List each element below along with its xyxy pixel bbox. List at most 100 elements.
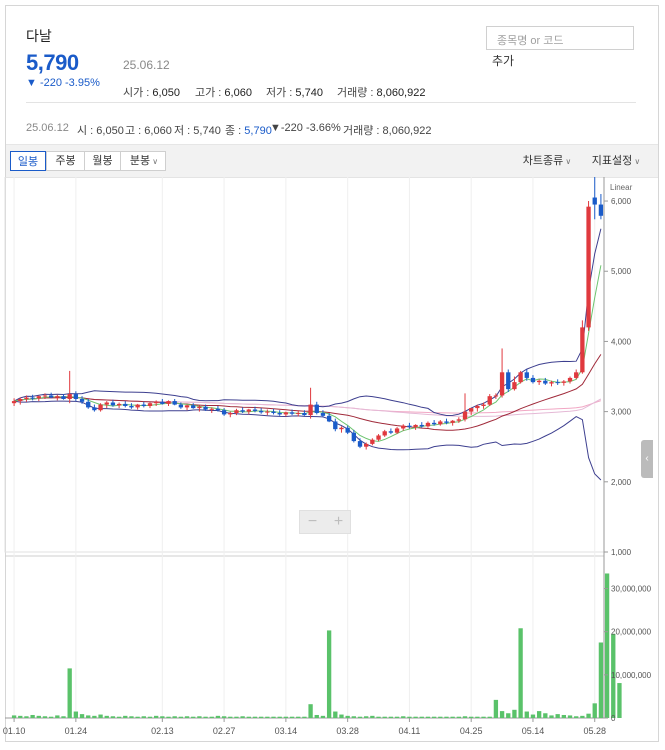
stock-search-input[interactable]: 종목명 or 코드 (486, 26, 634, 50)
stat-high: 고가 : 6,060 (195, 84, 252, 100)
chart-type-dropdown[interactable]: 차트종류 ∨ (516, 151, 578, 171)
ohlc-open: 시 : 6,050 (77, 122, 124, 138)
candle (129, 406, 134, 408)
volume-bar (574, 716, 579, 718)
volume-bar (499, 711, 505, 718)
volume-bar (444, 716, 449, 718)
volume-bar (129, 716, 134, 718)
ohlc-close: 종 : 5,790 (225, 122, 272, 138)
candle (592, 197, 597, 205)
volume-bar (326, 630, 332, 718)
volume-bar (18, 715, 23, 718)
ohlc-high-label: 고 : (125, 125, 145, 137)
candle (178, 404, 184, 408)
x-tick-label: 02.13 (151, 726, 174, 736)
candle (419, 424, 424, 427)
candle (598, 204, 604, 216)
divider (26, 102, 636, 103)
ohlc-high: 고 : 6,060 (125, 122, 172, 138)
volume-bar (561, 714, 567, 718)
candle (289, 412, 295, 414)
volume-bar (203, 716, 208, 718)
volume-bar (530, 714, 536, 718)
candle (277, 413, 282, 415)
volume-bar (555, 714, 560, 718)
candle (574, 372, 579, 378)
price-change: ▼ -220 -3.95% (26, 77, 100, 89)
candle (549, 382, 554, 384)
price-volume-chart[interactable]: 01.10 01.24 02.13 02.27 03.14 03.28 04.11 04.25… (0, 172, 665, 745)
volume-tick-label: 20,000,000 (611, 628, 652, 637)
candle (394, 428, 400, 433)
chart-area[interactable]: 01.10 01.24 02.13 02.27 03.14 03.28 04.11 04.25… (0, 172, 665, 750)
volume-bar (450, 716, 455, 718)
x-tick-label: 05.14 (522, 726, 545, 736)
stat-low-label: 저가 : (266, 87, 296, 99)
stat-open: 시가 : 6,050 (123, 84, 180, 100)
candle (444, 421, 449, 423)
volume-bar (512, 709, 517, 718)
chevron-down-icon: ∨ (632, 157, 641, 166)
volume-bar (549, 715, 554, 718)
volume-bar (36, 715, 41, 718)
volume-bar (462, 716, 468, 718)
candle (123, 403, 128, 406)
candle (271, 411, 276, 414)
candle (339, 427, 344, 430)
volume-tick-label: 30,000,000 (611, 585, 652, 594)
volume-bar (524, 711, 529, 718)
volume-bar (493, 699, 499, 718)
volume-bar (296, 716, 301, 718)
volume-bar (172, 716, 177, 718)
price-pane (4, 176, 605, 553)
volume-bar (382, 716, 387, 718)
volume-bar (166, 716, 171, 718)
candle (160, 401, 165, 404)
candle (536, 380, 542, 383)
tab-minute[interactable]: 분봉 ∨ (121, 152, 167, 170)
candle (506, 372, 511, 390)
ohlc-close-value: 5,790 (244, 125, 272, 137)
x-tick-label: 05.28 (583, 726, 606, 736)
ohlc-open-label: 시 : (77, 125, 97, 137)
volume-bar (147, 716, 153, 718)
chevron-left-icon[interactable]: ‹ (641, 440, 653, 478)
volume-bar (110, 716, 116, 718)
volume-bar (240, 716, 245, 718)
volume-bar (314, 714, 319, 718)
candle (48, 395, 54, 398)
candle (240, 410, 245, 412)
candle (141, 404, 146, 406)
volume-bar (135, 716, 140, 718)
volume-bar (407, 716, 412, 718)
candle (209, 408, 214, 410)
current-price: 5,790 (26, 50, 79, 75)
volume-bar (73, 711, 79, 718)
volume-bar (86, 715, 91, 718)
volume-bar (345, 715, 350, 718)
candle (86, 401, 91, 408)
candle (357, 441, 363, 447)
candle (246, 409, 251, 412)
ohlc-date-value: 25.06.12 (26, 122, 69, 134)
zoom-out-button[interactable]: − (300, 512, 325, 532)
candle (320, 413, 326, 416)
volume-tick-label: 0 (611, 714, 616, 723)
candle (55, 396, 60, 398)
volume-bar (283, 716, 289, 718)
add-stock-button[interactable]: 추가 (492, 52, 514, 69)
zoom-in-button[interactable]: + (326, 512, 351, 532)
candle (469, 408, 474, 412)
tab-weekly[interactable]: 주봉 (47, 152, 85, 170)
volume-bar (197, 716, 202, 718)
volume-bar (333, 711, 338, 718)
tab-monthly[interactable]: 월봉 (85, 152, 121, 170)
volume-bar (413, 716, 418, 718)
volume-bar (271, 716, 276, 718)
volume-bar (123, 715, 128, 718)
tab-daily[interactable]: 일봉 (10, 151, 46, 171)
candle (518, 372, 523, 383)
stat-low: 저가 : 5,740 (266, 84, 323, 100)
ohlc-close-label: 종 : (225, 125, 245, 137)
indicator-settings-dropdown[interactable]: 지표설정 ∨ (585, 151, 647, 171)
